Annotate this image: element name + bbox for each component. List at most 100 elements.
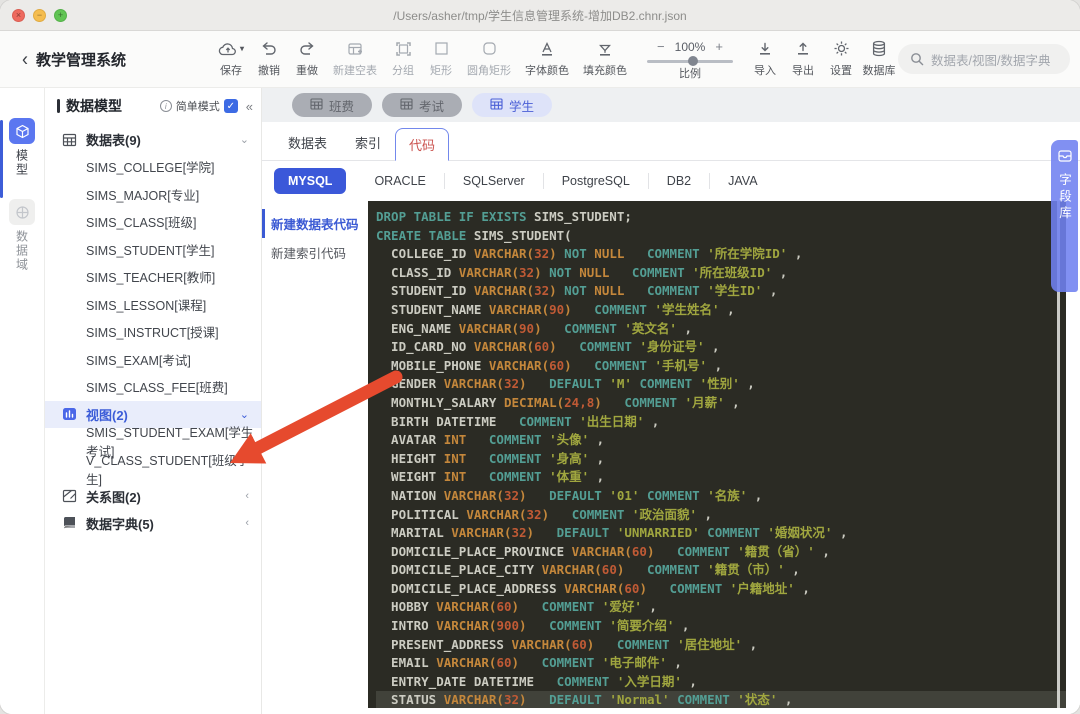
rectangle-button[interactable]: 矩形 [422, 38, 460, 78]
group-select-icon [395, 38, 412, 60]
lang-tab[interactable]: SQLServer [445, 173, 544, 189]
chevron-down-icon[interactable]: ⌄ [240, 408, 249, 421]
code-line: HEIGHT INT COMMENT '身高' , [376, 450, 605, 466]
code-line: PRESENT_ADDRESS VARCHAR(60) COMMENT '居住地… [376, 636, 758, 652]
collapse-sidebar-icon[interactable]: « [246, 99, 253, 114]
diagram-tab-inactive[interactable]: 考试 [382, 93, 463, 117]
field-library-tab[interactable]: 字段库 [1051, 140, 1078, 292]
tree-section[interactable]: 数据字典(5) ‹ [45, 510, 261, 537]
zoom-in-button[interactable]: + [715, 39, 723, 54]
redo-button[interactable]: 重做 [288, 38, 326, 78]
tree-section-label: 数据字典(5) [86, 516, 154, 532]
save-dropdown-caret[interactable]: ▾ [240, 44, 244, 53]
tree-item[interactable]: SIMS_STUDENT[学生] [45, 236, 261, 264]
tree-item[interactable]: SIMS_MAJOR[专业] [45, 181, 261, 209]
import-button[interactable]: 导入 [746, 38, 784, 78]
content-area: 班费 考试 学生 数据表 索引 代码 MYSQL ORACLE SQLServer Postg… [262, 88, 1080, 714]
code-line: COLLEGE_ID VARCHAR(32) NOT NULL COMMENT … [376, 246, 803, 262]
project-title: 教学管理系统 [36, 51, 127, 69]
code-line: NATION VARCHAR(32) DEFAULT '01' COMMENT … [376, 487, 763, 503]
code-line: MARITAL VARCHAR(32) DEFAULT 'UNMARRIED' … [376, 525, 848, 541]
undo-icon [260, 38, 278, 60]
diagram-tab-active[interactable]: 学生 [472, 93, 553, 117]
chevron-left-icon[interactable]: ‹ [245, 490, 249, 502]
new-empty-table-button[interactable]: 新建空表 [326, 38, 384, 78]
code-line: AVATAR INT COMMENT '头像' , [376, 432, 605, 448]
tree-section-label: 数据表(9) [86, 133, 141, 148]
code-line: INTRO VARCHAR(900) COMMENT '简要介绍' , [376, 618, 690, 634]
rail-item-data-domain[interactable]: 数据域 [9, 199, 35, 272]
gear-icon [833, 38, 850, 60]
save-button[interactable]: ▾ 保存 [212, 38, 250, 78]
tab-inactive[interactable]: 数据表 [274, 125, 341, 160]
tree-item[interactable]: SIMS_EXAM[考试] [45, 346, 261, 374]
tree-item[interactable]: SIMS_COLLEGE[学院] [45, 153, 261, 181]
sql-code-panel[interactable]: DROP TABLE IF EXISTS SIMS_STUDENT; CREATE… [368, 201, 1066, 708]
search-box[interactable]: 数据表/视图/数据字典 [898, 44, 1070, 74]
group-button[interactable]: 分组 [384, 38, 422, 78]
diagram-tab-label: 班费 [329, 99, 355, 114]
font-color-button[interactable]: 字体颜色 [518, 38, 576, 78]
tab-active[interactable]: 代码 [395, 128, 450, 161]
rectangle-icon [434, 38, 449, 60]
search-icon [911, 53, 924, 66]
lang-tab[interactable]: DB2 [649, 173, 711, 189]
code-line: DOMICILE_PLACE_ADDRESS VARCHAR(60) COMME… [376, 580, 810, 596]
model-tree: 数据表(9) ⌄ SIMS_COLLEGE[学院] SIMS_MAJOR[专业] SIM… [45, 124, 261, 537]
fill-color-button[interactable]: 填充颜色 [576, 38, 634, 78]
zoom-slider-handle[interactable] [688, 55, 698, 66]
settings-button[interactable]: 设置 [822, 38, 860, 78]
tree-item[interactable]: SIMS_CLASS_FEE[班费] [45, 373, 261, 401]
simple-mode-checkbox[interactable]: ✓ [223, 99, 238, 113]
rail-item-model[interactable]: 模型 [9, 118, 35, 177]
fill-color-icon [597, 38, 613, 60]
code-line: MONTHLY_SALARY DECIMAL(24,8) COMMENT '月薪… [376, 394, 740, 410]
export-button[interactable]: 导出 [784, 38, 822, 78]
tree-section[interactable]: 数据表(9) ⌄ [45, 126, 261, 153]
code-line: CLASS_ID VARCHAR(32) NOT NULL COMMENT '所… [376, 264, 788, 280]
language-tabs: MYSQL ORACLE SQLServer PostgreSQL DB2 JAVA [262, 161, 1080, 201]
tree-item[interactable]: SIMS_INSTRUCT[授课] [45, 318, 261, 346]
new-table-icon [347, 38, 364, 60]
open-diagram-tabs: 班费 考试 学生 [262, 88, 1080, 122]
database-icon [871, 38, 887, 60]
export-icon [795, 38, 811, 60]
code-line: ENTRY_DATE DATETIME COMMENT '入学日期' , [376, 673, 697, 689]
undo-button[interactable]: 撤销 [250, 38, 288, 78]
code-menu-item[interactable]: 新建索引代码 [262, 238, 368, 267]
rail-active-indicator [0, 120, 3, 198]
code-line: ID_CARD_NO VARCHAR(60) COMMENT '身份证号' , [376, 339, 720, 355]
lang-tab[interactable]: JAVA [710, 173, 775, 189]
zoom-value: 100% [674, 39, 706, 54]
zoom-control: − 100% + 比例 [642, 38, 738, 81]
table-icon [61, 132, 77, 148]
redo-icon [298, 38, 316, 60]
window-title: /Users/asher/tmp/学生信息管理系统-增加DB2.chnr.jso… [393, 8, 687, 23]
code-line: BIRTH DATETIME COMMENT '出生日期' , [376, 413, 660, 429]
lang-tab[interactable]: MYSQL [274, 168, 347, 194]
table-icon [400, 97, 413, 113]
rounded-rectangle-button[interactable]: 圆角矩形 [460, 38, 518, 78]
back-chevron-icon: ‹ [22, 48, 28, 70]
zoom-out-button[interactable]: − [657, 39, 665, 54]
tree-item[interactable]: SIMS_LESSON[课程] [45, 291, 261, 319]
tab-inactive[interactable]: 索引 [341, 125, 395, 160]
zoom-slider[interactable] [647, 55, 733, 66]
chevron-down-icon[interactable]: ⌄ [240, 133, 249, 146]
diagram-icon [61, 488, 77, 504]
database-button[interactable]: 数据库 [860, 38, 898, 78]
code-line: HOBBY VARCHAR(60) COMMENT '爱好' , [376, 599, 657, 615]
code-line: DROP TABLE IF EXISTS SIMS_STUDENT; [376, 209, 632, 224]
back-to-home[interactable]: ‹ 教学管理系统 [22, 49, 212, 70]
code-line: STUDENT_NAME VARCHAR(90) COMMENT '学生姓名' … [376, 301, 735, 317]
lang-tab[interactable]: ORACLE [356, 173, 445, 189]
lang-tab[interactable]: PostgreSQL [544, 173, 649, 189]
tree-item[interactable]: SIMS_TEACHER[教师] [45, 263, 261, 291]
info-icon: i [159, 100, 172, 112]
chevron-left-icon[interactable]: ‹ [245, 517, 249, 529]
dict-icon [61, 515, 77, 531]
tree-item[interactable]: SIMS_CLASS[班级] [45, 208, 261, 236]
tree-item[interactable]: V_CLASS_STUDENT[班级学生] [45, 454, 261, 487]
diagram-tab-inactive[interactable]: 班费 [292, 93, 373, 117]
code-menu-item[interactable]: 新建数据表代码 [262, 209, 368, 238]
